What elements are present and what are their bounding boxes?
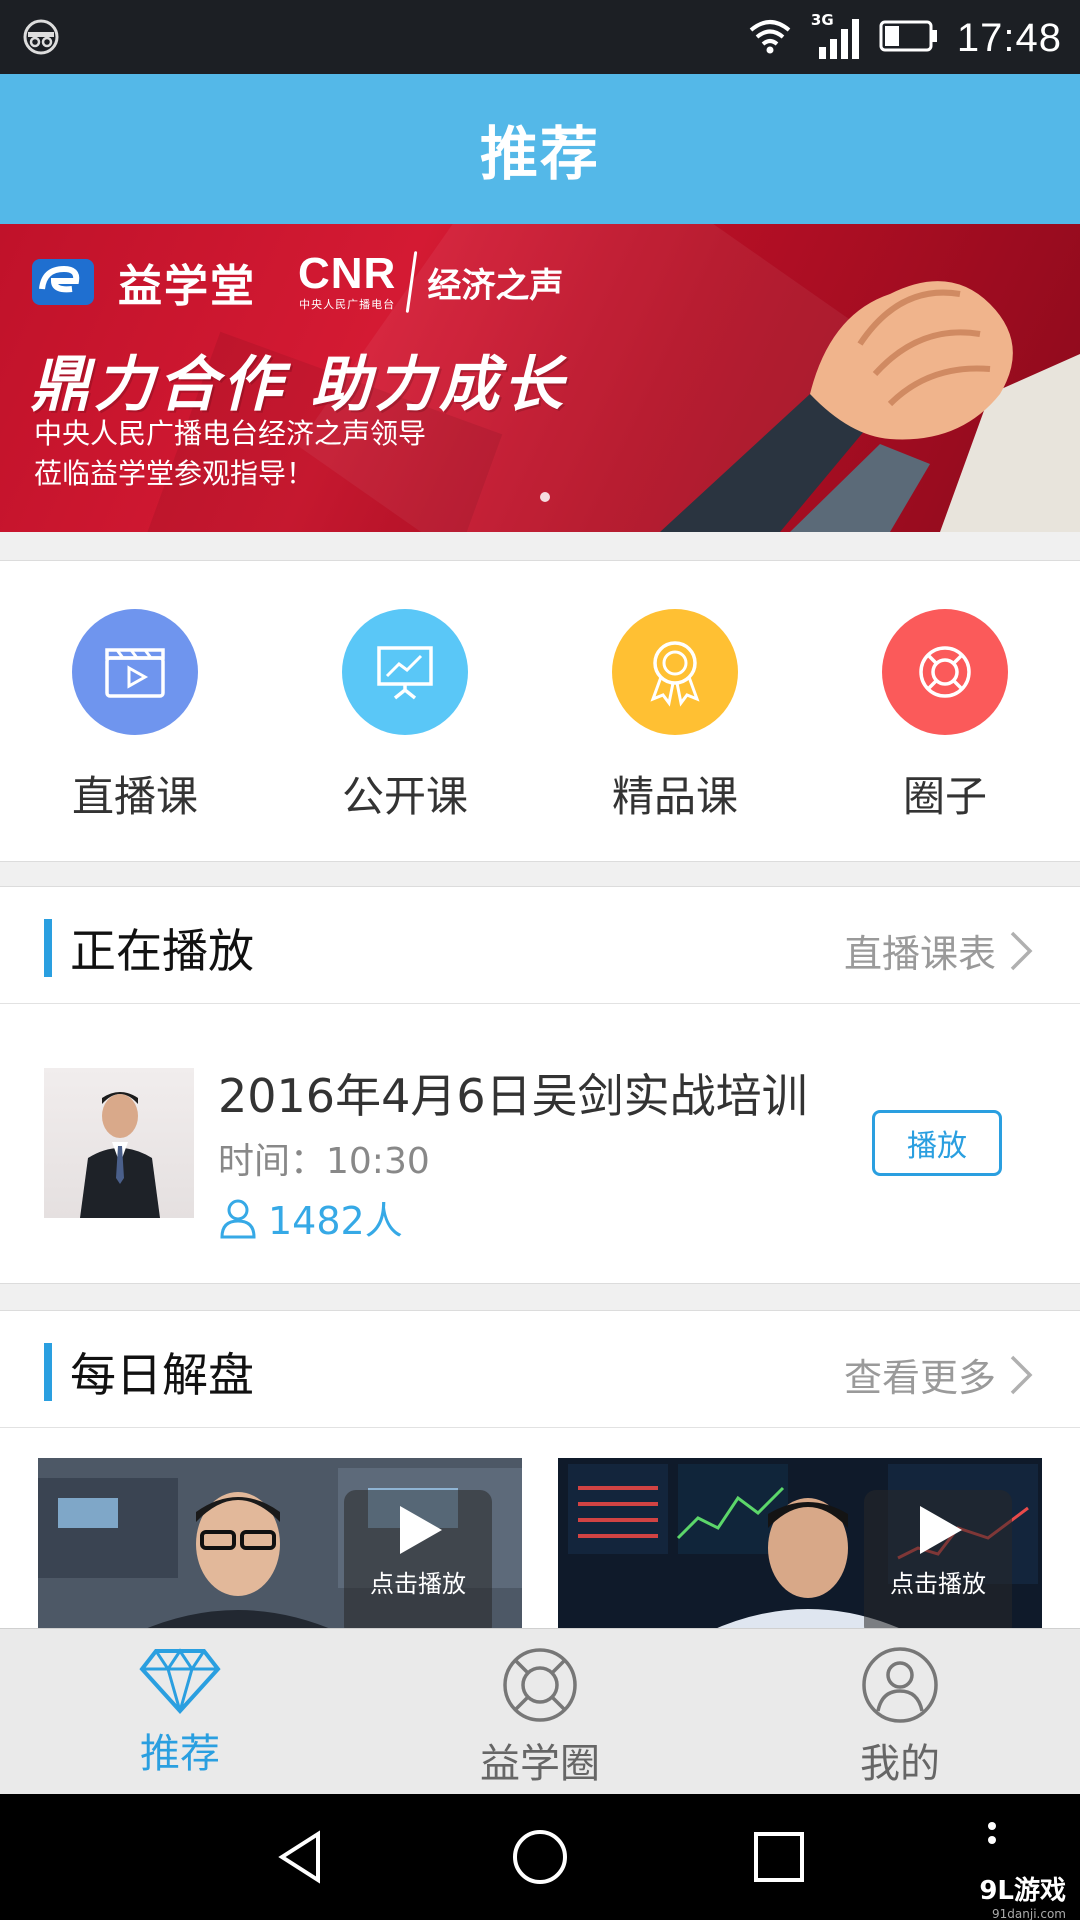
- category-premium-course[interactable]: 精品课: [540, 561, 810, 861]
- category-label: 直播课: [71, 772, 198, 821]
- video-card[interactable]: 点击播放: [38, 1458, 522, 1632]
- page-title: 推荐: [479, 120, 600, 188]
- more-link-label: 直播课表: [843, 932, 996, 976]
- recent-apps-icon[interactable]: [746, 1824, 812, 1890]
- yixuetang-logo-icon: [32, 259, 94, 305]
- chevron-right-icon: [1010, 1355, 1033, 1394]
- banner-line-2: 莅临益学堂参观指导！: [34, 457, 315, 490]
- tab-label: 我的: [860, 1741, 940, 1787]
- cellular-signal-icon: 3G: [810, 11, 861, 63]
- bottom-tab-bar: 推荐 益学圈 我的: [0, 1628, 1080, 1794]
- section-accent-bar: [44, 1343, 52, 1401]
- section-title: 正在播放: [70, 924, 254, 978]
- category-grid: 直播课 公开课 精品课 圈子: [0, 560, 1080, 862]
- daily-video-list: 点击播放 点击播放: [0, 1428, 1080, 1632]
- banner-brand: 益学堂: [118, 261, 256, 312]
- play-button[interactable]: 播放: [872, 1110, 1002, 1176]
- presentation-board-icon: [342, 609, 468, 735]
- banner-channel: 经济之声: [427, 265, 564, 306]
- system-navigation-bar: 9L游戏 91danji.com: [0, 1794, 1080, 1920]
- watermark: 9L游戏 91danji.com: [979, 1870, 1066, 1920]
- wifi-icon: [747, 18, 793, 58]
- live-schedule-link[interactable]: 直播课表: [844, 923, 1034, 978]
- cnr-subtitle: 中央人民广播电台: [299, 298, 396, 311]
- live-course-time: 时间：10:30: [218, 1141, 430, 1182]
- cnr-logo: CNR 中央人民广播电台 经济之声: [298, 251, 563, 313]
- live-course-title: 2016年4月6日吴剑实战培训: [218, 1069, 808, 1123]
- network-type-label: 3G: [810, 11, 834, 29]
- incognito-icon: [22, 18, 60, 60]
- overflow-menu-icon[interactable]: [986, 1820, 998, 1860]
- cnr-divider: [406, 251, 418, 313]
- cnr-text: CNR: [298, 249, 397, 298]
- category-label: 圈子: [902, 772, 987, 821]
- play-triangle-icon: [920, 1506, 962, 1554]
- category-label: 公开课: [341, 772, 468, 821]
- status-bar: 3G 17:48: [0, 0, 1080, 74]
- play-triangle-icon: [400, 1506, 442, 1554]
- carousel-indicator[interactable]: [540, 492, 550, 502]
- category-open-course[interactable]: 公开课: [270, 561, 540, 861]
- category-live-course[interactable]: 直播课: [0, 561, 270, 861]
- section-title: 每日解盘: [70, 1348, 254, 1402]
- video-card[interactable]: 点击播放: [558, 1458, 1042, 1632]
- banner-brand-row: 益学堂 CNR 中央人民广播电台 经济之声: [30, 250, 563, 314]
- live-course-item[interactable]: 2016年4月6日吴剑实战培训 时间：10:30 1482人 播放: [0, 1004, 1080, 1284]
- viewer-count-value: 1482人: [268, 1199, 403, 1243]
- award-ribbon-icon: [612, 609, 738, 735]
- banner-subtitle: 中央人民广播电台经济之声领导 莅临益学堂参观指导！: [34, 414, 426, 494]
- chevron-right-icon: [1010, 931, 1033, 970]
- clock: 17:48: [956, 15, 1062, 60]
- play-overlay-label: 点击播放: [890, 1570, 986, 1598]
- daily-analysis-header: 每日解盘 查看更多: [0, 1310, 1080, 1428]
- watermark-sub: 91danji.com: [992, 1907, 1066, 1920]
- lifebuoy-icon: [882, 609, 1008, 735]
- watermark-text: 9L游戏: [979, 1876, 1066, 1906]
- title-bar: 推荐: [0, 74, 1080, 224]
- banner-line-1: 中央人民广播电台经济之声领导: [34, 417, 427, 450]
- tab-recommend[interactable]: 推荐: [0, 1629, 360, 1794]
- banner-headline: 鼎力合作 助力成长: [30, 350, 567, 420]
- handshake-illustration: [660, 281, 1080, 532]
- play-overlay[interactable]: 点击播放: [864, 1490, 1012, 1632]
- home-icon[interactable]: [507, 1824, 573, 1890]
- play-overlay[interactable]: 点击播放: [344, 1490, 492, 1632]
- promo-banner[interactable]: 益学堂 CNR 中央人民广播电台 经济之声 鼎力合作 助力成长 中央人民广播电台…: [0, 224, 1080, 532]
- user-outline-icon: [220, 1199, 256, 1238]
- section-accent-bar: [44, 919, 52, 977]
- viewer-count: 1482人: [218, 1190, 403, 1245]
- lifebuoy-icon: [503, 1648, 577, 1722]
- tab-yixue-circle[interactable]: 益学圈: [360, 1629, 720, 1794]
- user-icon: [862, 1647, 938, 1723]
- tab-label: 推荐: [140, 1731, 220, 1777]
- battery-icon: [879, 19, 939, 57]
- tab-label: 益学圈: [480, 1741, 600, 1787]
- tab-mine[interactable]: 我的: [720, 1629, 1080, 1794]
- clapperboard-icon: [72, 609, 198, 735]
- category-circle[interactable]: 圈子: [810, 561, 1080, 861]
- category-label: 精品课: [611, 772, 738, 821]
- diamond-icon: [139, 1648, 221, 1714]
- lecturer-thumbnail: [44, 1068, 194, 1218]
- back-icon[interactable]: [268, 1824, 334, 1890]
- play-overlay-label: 点击播放: [370, 1570, 466, 1598]
- now-playing-header: 正在播放 直播课表: [0, 886, 1080, 1004]
- view-more-link[interactable]: 查看更多: [844, 1347, 1034, 1402]
- more-link-label: 查看更多: [843, 1356, 996, 1400]
